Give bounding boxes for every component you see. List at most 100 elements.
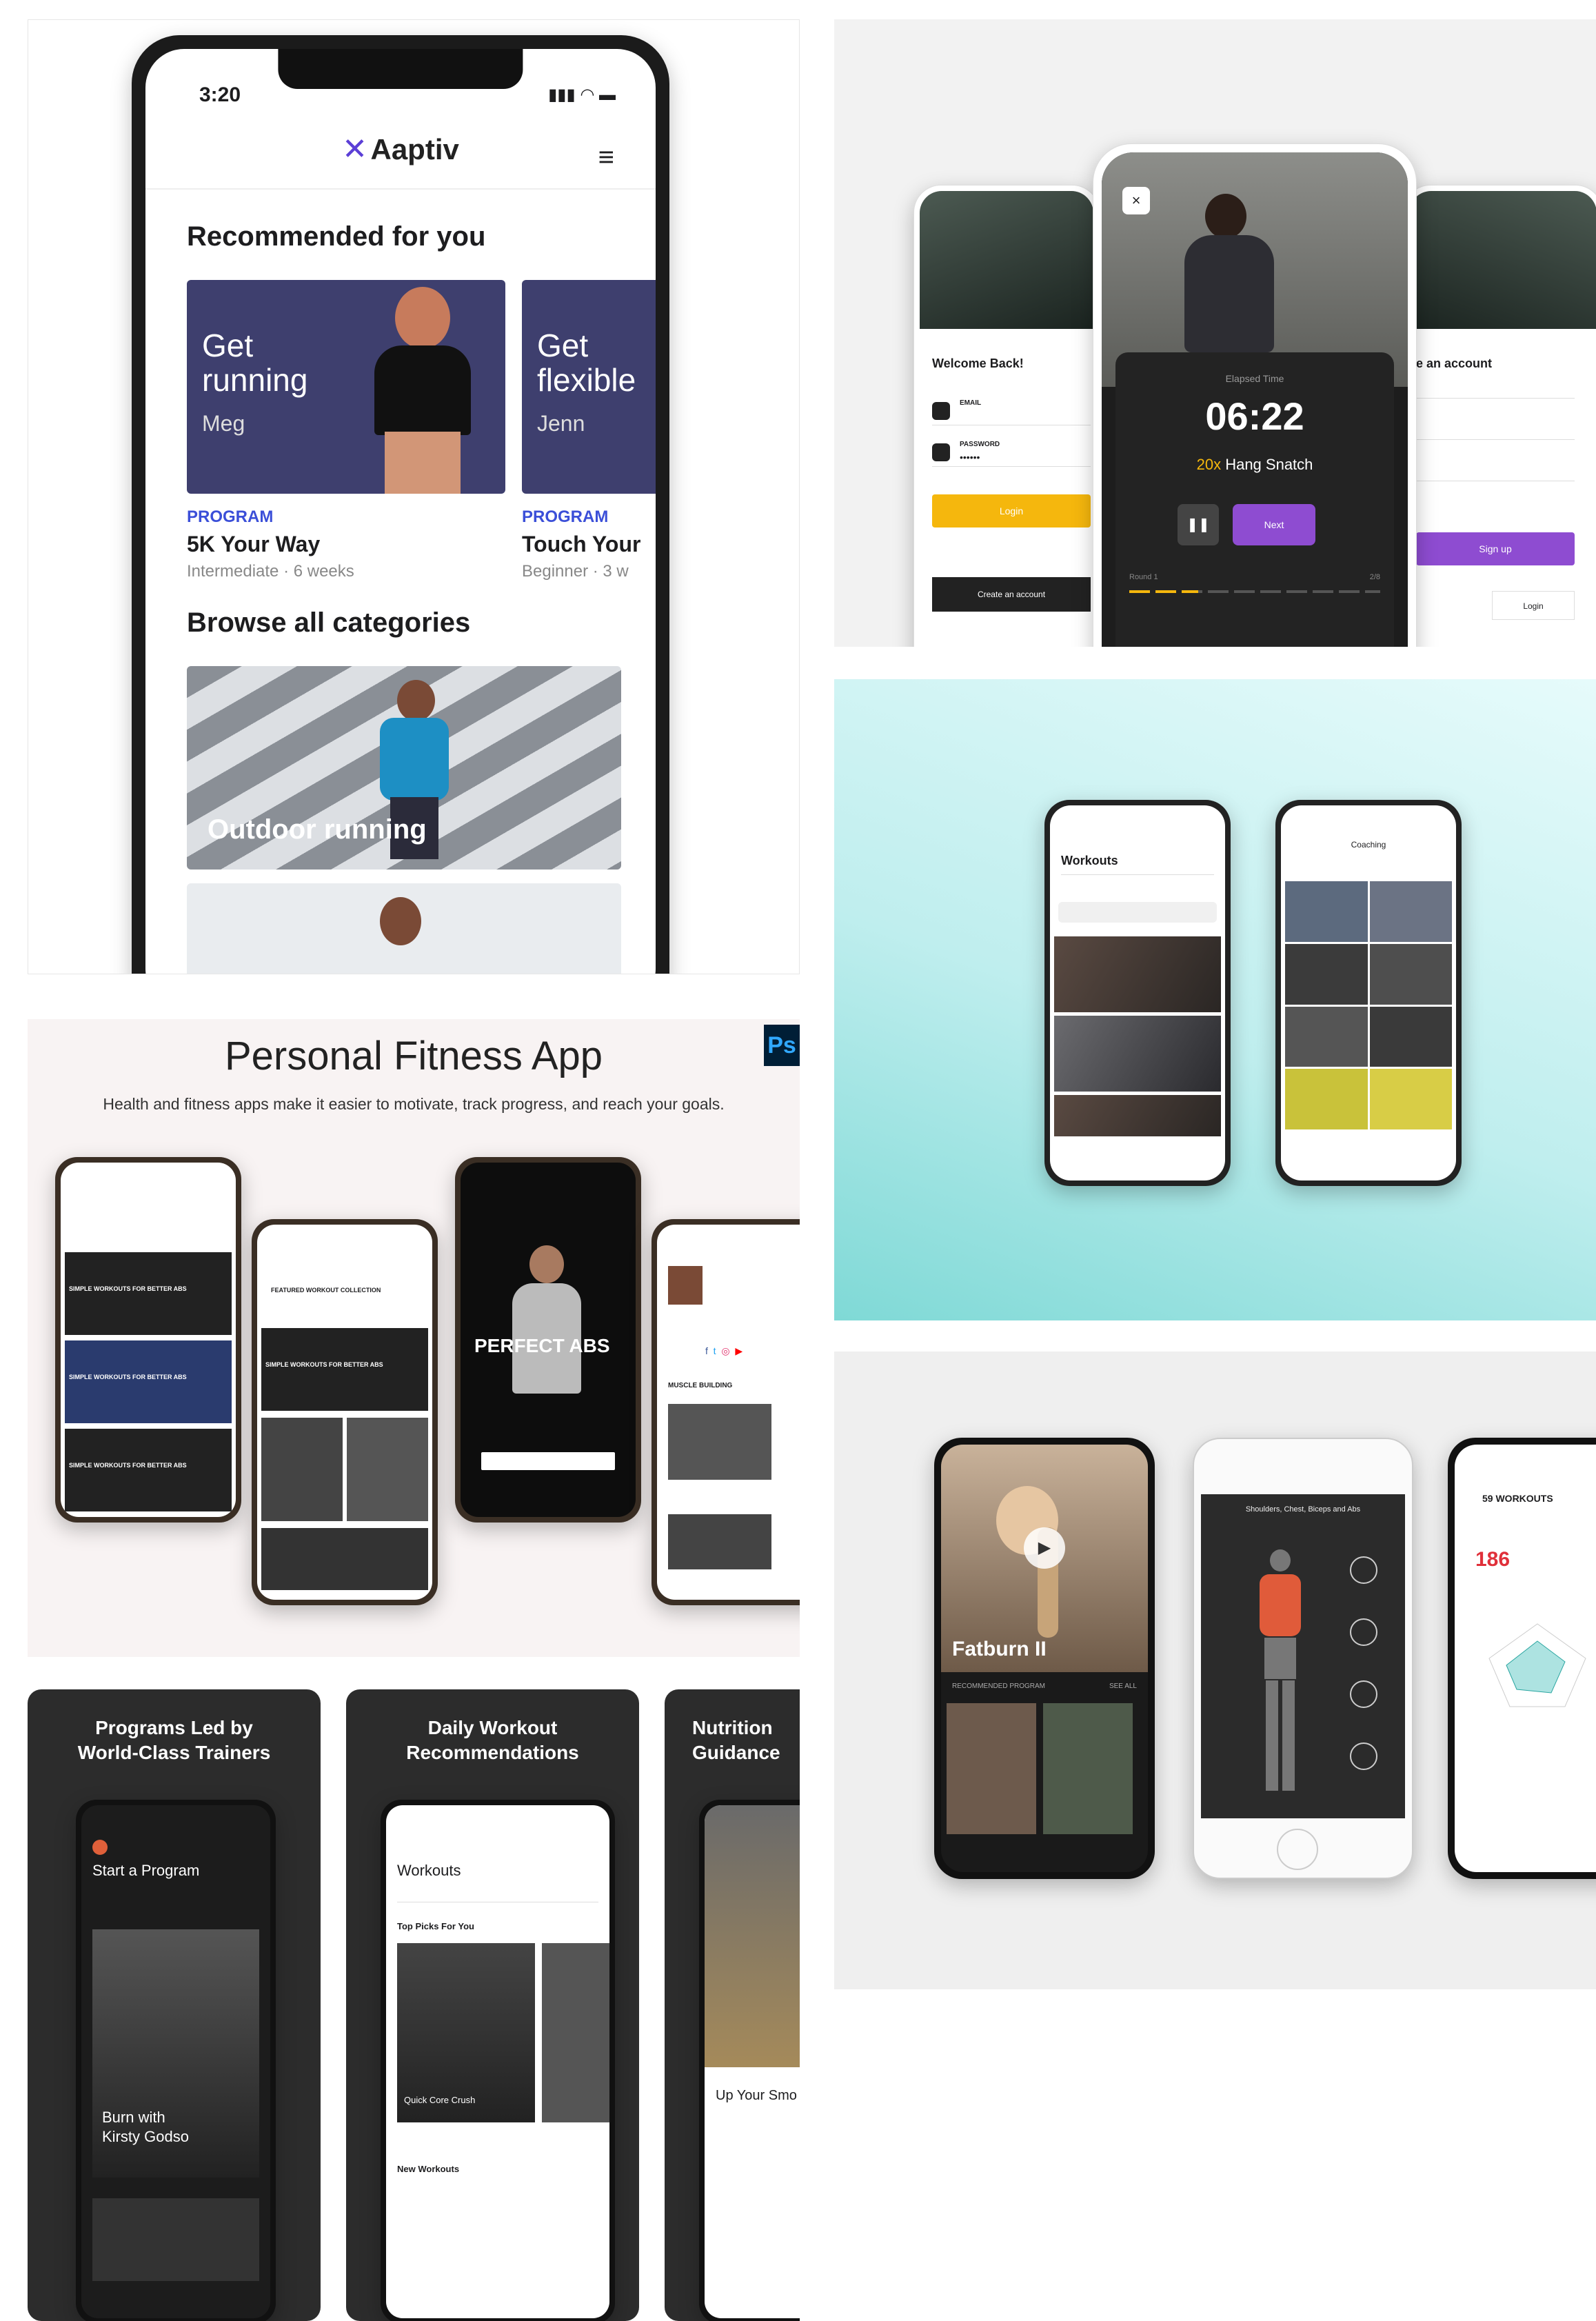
timer-value: 06:22 bbox=[1205, 394, 1304, 438]
category-tile[interactable] bbox=[187, 883, 621, 974]
program-photo[interactable] bbox=[1043, 1703, 1133, 1834]
timer-phone: × Elapsed Time 06:22 20x Hang Snatch ❚❚ … bbox=[1093, 143, 1417, 647]
workout-photo[interactable] bbox=[1054, 1095, 1221, 1136]
workout-photo[interactable] bbox=[261, 1418, 343, 1521]
category-tile[interactable]: Outdoor running bbox=[187, 666, 621, 870]
section-label: Top Picks For You bbox=[397, 1921, 474, 1931]
login-link[interactable]: Login bbox=[1492, 591, 1575, 620]
workout-photo[interactable]: SIMPLE WORKOUTS FOR BETTER ABS bbox=[65, 1252, 232, 1335]
exercise-icon[interactable] bbox=[1350, 1618, 1377, 1646]
round-count: 2/8 bbox=[1369, 573, 1380, 581]
round-label: Round 1 bbox=[1129, 573, 1158, 581]
pause-button[interactable]: ❚❚ bbox=[1178, 504, 1219, 545]
card-name: Touch Your bbox=[522, 532, 641, 556]
radar-chart bbox=[1488, 1623, 1586, 1707]
search-input[interactable] bbox=[1058, 902, 1217, 923]
video-phone: ▶ Fatburn II RECOMMENDED PROGRAM SEE ALL bbox=[934, 1438, 1155, 1879]
create-account-button[interactable]: Create an account bbox=[932, 577, 1091, 612]
stairs-photo bbox=[1409, 191, 1596, 329]
panel-header: Guidance bbox=[692, 1742, 780, 1763]
fitness-title: Personal Fitness App bbox=[224, 1034, 603, 1078]
signup-phone: e an account Sign up Login bbox=[1403, 185, 1596, 647]
aaptiv-screen: 3:20 ▮▮▮ ◠ ▬ ✕ Aaptiv ≡ Recommended for … bbox=[145, 49, 656, 974]
trainer-photo bbox=[502, 1245, 592, 1397]
workout-photo[interactable] bbox=[542, 1943, 609, 2122]
timer-label: Elapsed Time bbox=[1225, 373, 1284, 384]
screen-title: Up Your Smo bbox=[716, 2088, 797, 2103]
workout-photo[interactable]: SIMPLE WORKOUTS FOR BETTER ABS bbox=[65, 1340, 232, 1423]
workout-photo[interactable] bbox=[261, 1528, 428, 1590]
workout-photo[interactable] bbox=[1054, 936, 1221, 1012]
start-button[interactable] bbox=[481, 1452, 615, 1470]
next-button[interactable]: Next bbox=[1233, 504, 1315, 545]
home-button[interactable] bbox=[1277, 1829, 1318, 1870]
password-field[interactable]: PASSWORD •••••• bbox=[932, 439, 1091, 467]
workout-photo[interactable]: SIMPLE WORKOUTS FOR BETTER ABS bbox=[261, 1328, 428, 1411]
workout-photo[interactable] bbox=[668, 1514, 771, 1569]
video-title: Fatburn II bbox=[952, 1638, 1047, 1660]
login-phone: Welcome Back! EMAIL PASSWORD •••••• Logi… bbox=[913, 185, 1100, 647]
store-tile: Programs Led by World-Class Trainers Sta… bbox=[28, 1689, 800, 2321]
workouts-title: Workouts bbox=[1061, 854, 1118, 867]
email-field[interactable]: EMAIL bbox=[932, 398, 1091, 425]
anatomy-tile: ▶ Fatburn II RECOMMENDED PROGRAM SEE ALL… bbox=[834, 1352, 1596, 1989]
teal-tile: Workouts Coaching bbox=[834, 679, 1596, 1320]
login-button[interactable]: Login bbox=[932, 494, 1091, 528]
coaching-phone: Coaching bbox=[1275, 800, 1462, 1186]
see-all-link[interactable]: SEE ALL bbox=[1109, 1682, 1137, 1690]
fitness-app-tile: Personal Fitness App Health and fitness … bbox=[28, 1019, 800, 1657]
screen-title: Start a Program bbox=[92, 1862, 200, 1879]
aaptiv-phone: 3:20 ▮▮▮ ◠ ▬ ✕ Aaptiv ≡ Recommended for … bbox=[132, 35, 669, 974]
workouts-count: 59 WORKOUTS bbox=[1482, 1493, 1553, 1504]
card-meta: Beginner · 3 w bbox=[522, 562, 629, 581]
close-icon[interactable]: × bbox=[1122, 187, 1150, 214]
program-photo[interactable] bbox=[92, 2198, 259, 2281]
program-photo[interactable] bbox=[947, 1703, 1036, 1834]
stats-phone: 59 WORKOUTS 186 bbox=[1448, 1438, 1596, 1879]
card-tag: PROGRAM bbox=[522, 508, 609, 526]
program-photo[interactable]: Burn with Kirsty Godso bbox=[92, 1929, 259, 2178]
coaching-grid bbox=[1285, 881, 1452, 1129]
panel-header: Daily Workout bbox=[427, 1717, 558, 1738]
timer-panel: Elapsed Time 06:22 20x Hang Snatch ❚❚ Ne… bbox=[1115, 352, 1394, 647]
exercise-icon[interactable] bbox=[1350, 1742, 1377, 1770]
avatar bbox=[668, 1266, 703, 1305]
workout-photo[interactable]: SIMPLE WORKOUTS FOR BETTER ABS bbox=[65, 1429, 232, 1511]
workout-photo[interactable]: Quick Core Crush bbox=[397, 1943, 535, 2122]
workout-photo[interactable] bbox=[1054, 1016, 1221, 1092]
filter-icon[interactable]: ≡ bbox=[598, 142, 614, 173]
panel-header: Programs Led by bbox=[95, 1717, 253, 1738]
play-icon[interactable]: ▶ bbox=[1024, 1527, 1065, 1569]
app-phone: f t ◎ ▶ MUSCLE BUILDING bbox=[651, 1219, 800, 1605]
card-line1: Get bbox=[202, 328, 254, 363]
status-time: 3:20 bbox=[199, 83, 241, 106]
workout-photo[interactable] bbox=[668, 1404, 771, 1480]
aaptiv-logo-icon: ✕ bbox=[342, 132, 368, 166]
category-label: Outdoor running bbox=[208, 814, 427, 845]
lock-icon bbox=[932, 443, 950, 461]
card-tag: PROGRAM bbox=[187, 508, 274, 526]
program-card[interactable]: Get flexible Jenn bbox=[522, 280, 656, 494]
exercise-icon[interactable] bbox=[1350, 1556, 1377, 1584]
stairs-photo bbox=[920, 191, 1093, 329]
status-icons: ▮▮▮ ◠ ▬ bbox=[548, 86, 616, 104]
timer-tile: Welcome Back! EMAIL PASSWORD •••••• Logi… bbox=[834, 19, 1596, 647]
panel-header: Recommendations bbox=[406, 1742, 579, 1763]
app-phone: PERFECT ABS bbox=[455, 1157, 641, 1523]
card-line2: running bbox=[202, 362, 308, 398]
browse-title: Browse all categories bbox=[187, 607, 471, 638]
trainer-photo bbox=[347, 287, 498, 494]
mail-icon bbox=[932, 402, 950, 420]
workout-photo[interactable] bbox=[347, 1418, 428, 1521]
signup-button[interactable]: Sign up bbox=[1416, 532, 1575, 565]
brand-name: Aaptiv bbox=[370, 133, 459, 165]
store-panel: Nutrition Guidance Up Your Smo bbox=[665, 1689, 800, 2321]
app-phone: FEATURED WORKOUT COLLECTION SIMPLE WORKO… bbox=[252, 1219, 438, 1605]
panel-header: Nutrition bbox=[692, 1717, 773, 1738]
food-photo bbox=[705, 1805, 800, 2067]
aaptiv-tile: 3:20 ▮▮▮ ◠ ▬ ✕ Aaptiv ≡ Recommended for … bbox=[28, 19, 800, 974]
exercise-icon[interactable] bbox=[1350, 1680, 1377, 1708]
program-card[interactable]: Get running Meg bbox=[187, 280, 505, 494]
score-value: 186 bbox=[1475, 1548, 1511, 1571]
app-phone: SIMPLE WORKOUTS FOR BETTER ABS SIMPLE WO… bbox=[55, 1157, 241, 1523]
